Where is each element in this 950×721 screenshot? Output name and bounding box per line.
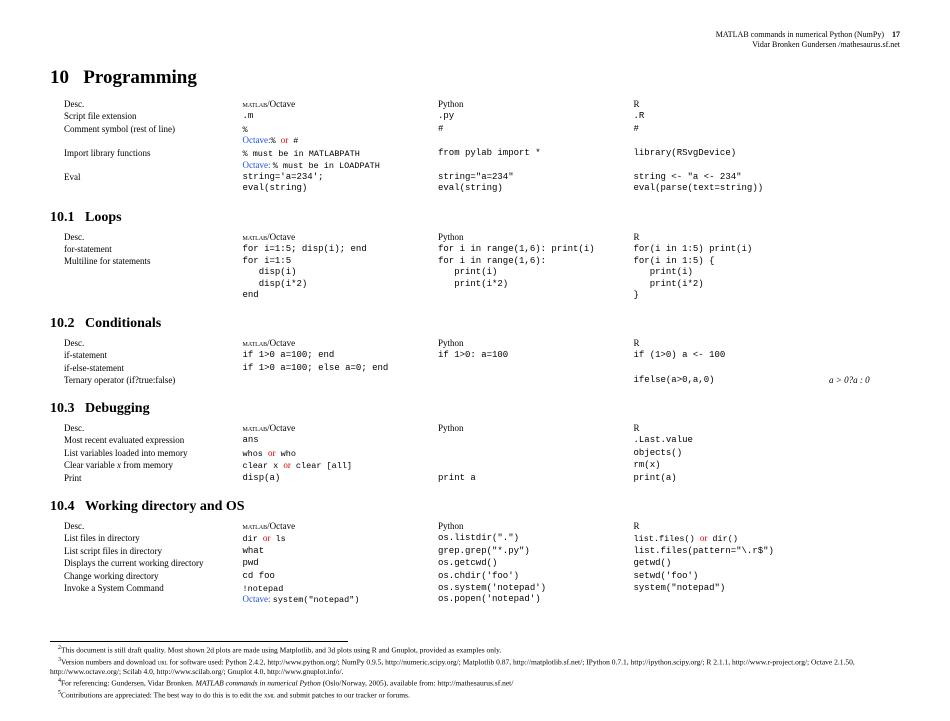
cell-r: string <- "a <- 234" eval(parse(text=str… [634, 172, 830, 196]
row-desc: Script file extension [64, 111, 243, 123]
math-expr: a > 0?a : 0 [829, 375, 914, 387]
col-desc: Desc. [64, 99, 243, 111]
subsection-heading: 10.3 Debugging [50, 401, 900, 417]
cell-matlab: .m [243, 111, 439, 123]
row-desc: Import library functions [64, 148, 243, 172]
col-r: R [634, 99, 830, 111]
page-header: MATLAB commands in numerical Python (Num… [50, 30, 900, 49]
cell-python: from pylab import * [438, 148, 634, 172]
conditionals-table: Desc. matlab/Octave Python R if-statemen… [64, 338, 914, 387]
footnote-2: 2This document is still draft quality. M… [50, 644, 900, 656]
programming-table: Desc. matlab/Octave Python R Script file… [64, 99, 914, 196]
footnote-3: 3Version numbers and download url for so… [50, 656, 900, 678]
doc-title: MATLAB commands in numerical Python (Num… [716, 30, 884, 39]
col-matlab: matlab/Octave [243, 99, 439, 111]
row-desc: Comment symbol (rest of line) [64, 124, 243, 148]
row-desc: Eval [64, 172, 243, 196]
page-number: 17 [892, 30, 900, 39]
os-table: Desc. matlab/Octave Python R List files … [64, 521, 914, 607]
cell-matlab: % must be in MATLABPATHOctave: % must be… [243, 148, 439, 172]
col-python: Python [438, 99, 634, 111]
cell-python: .py [438, 111, 634, 123]
cell-matlab: string='a=234'; eval(string) [243, 172, 439, 196]
debugging-table: Desc. matlab/Octave Python R Most recent… [64, 423, 914, 485]
section-heading: 10 Programming [50, 67, 900, 89]
subsection-heading: 10.2 Conditionals [50, 316, 900, 332]
subsection-heading: 10.4 Working directory and OS [50, 499, 900, 515]
cell-r: # [634, 124, 830, 148]
cell-python: string="a=234" eval(string) [438, 172, 634, 196]
loops-table: Desc. matlab/Octave Python R for-stateme… [64, 232, 914, 303]
cell-python: # [438, 124, 634, 148]
footnote-rule [50, 641, 348, 642]
footnote-4: 4For referencing: Gundersen, Vidar Bronk… [50, 677, 900, 689]
doc-author: Vidar Bronken Gundersen /mathesaurus.sf.… [752, 40, 900, 49]
cell-r: .R [634, 111, 830, 123]
subsection-heading: 10.1 Loops [50, 210, 900, 226]
cell-r: library(RSvgDevice) [634, 148, 830, 172]
footnote-5: 5Contributions are appreciated: The best… [50, 689, 900, 701]
cell-matlab: %Octave:% or # [243, 124, 439, 148]
